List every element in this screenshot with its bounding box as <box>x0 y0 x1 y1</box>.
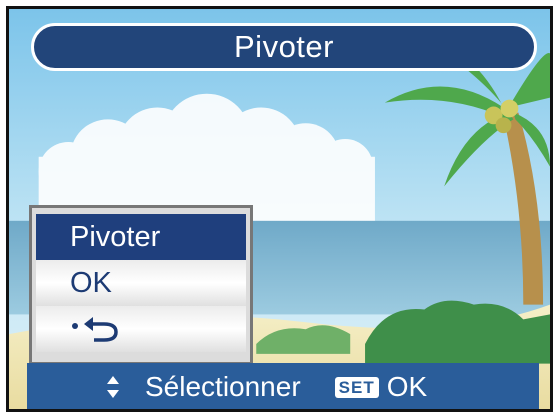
menu-item-label: OK <box>70 266 112 299</box>
up-down-arrows-icon <box>101 375 125 399</box>
menu-item-back[interactable] <box>36 306 246 352</box>
menu-item-pivoter[interactable]: Pivoter <box>36 214 246 260</box>
menu-item-ok[interactable]: OK <box>36 260 246 306</box>
set-button-icon: SET <box>334 376 379 398</box>
title-bar: Pivoter <box>31 23 537 71</box>
camera-screen: Pivoter Pivoter OK Sélectionner SET OK <box>6 6 553 412</box>
page-title: Pivoter <box>234 29 334 64</box>
ok-label: OK <box>386 371 428 402</box>
back-arrow-icon <box>72 317 118 342</box>
select-label: Sélectionner <box>145 371 301 402</box>
status-bar: Sélectionner SET OK <box>27 363 539 409</box>
menu-item-label: Pivoter <box>70 220 161 253</box>
rotate-menu: Pivoter OK <box>29 205 253 365</box>
